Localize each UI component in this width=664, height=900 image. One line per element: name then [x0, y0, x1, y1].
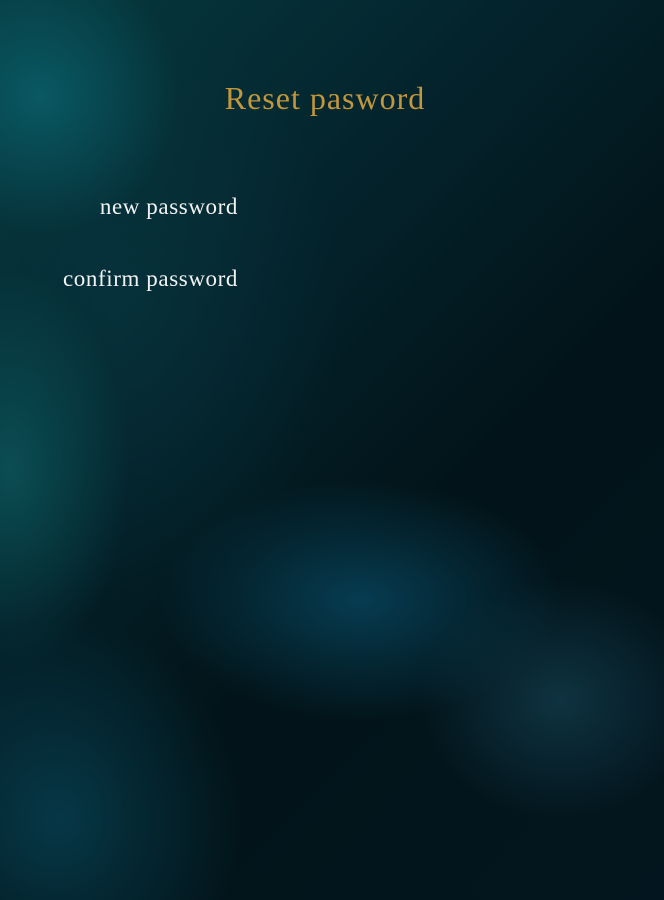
new-password-row: new password [0, 186, 664, 226]
new-password-label: new password [99, 194, 238, 219]
confirm-password-row: confirm password [0, 258, 664, 298]
confirm-password-input[interactable] [254, 262, 596, 294]
reset-password-page: { "page": { "title": "Reset pasword", "t… [0, 0, 664, 900]
new-password-input[interactable] [254, 190, 596, 222]
confirm-password-label: confirm password [62, 266, 238, 291]
page-title: Reset pasword [224, 80, 426, 116]
